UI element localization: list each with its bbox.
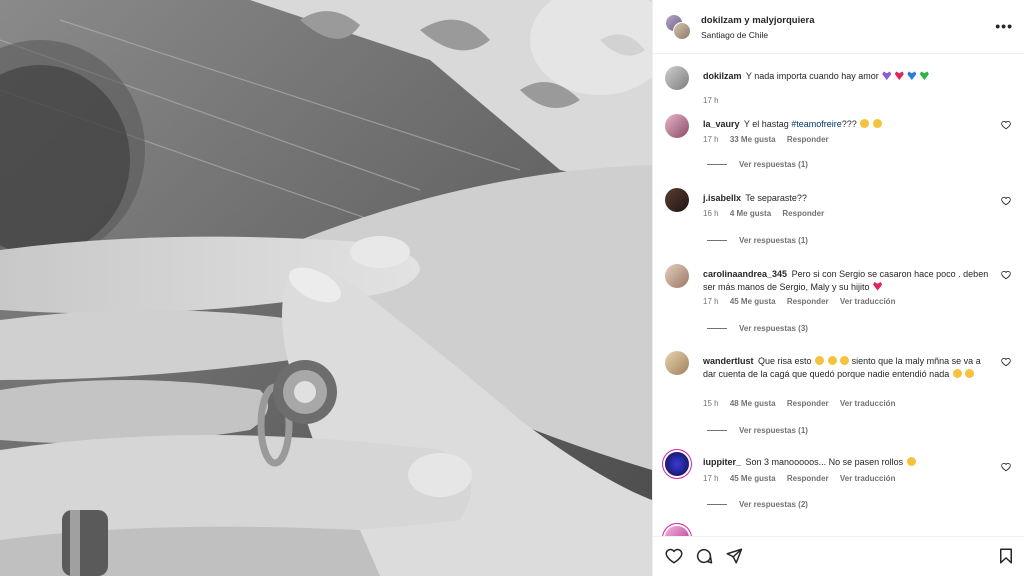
replies-divider xyxy=(707,328,727,330)
avatar[interactable] xyxy=(665,526,689,536)
red-heart-icon xyxy=(894,71,904,80)
caption-body: dokilzam Y nada importa cuando hay amor xyxy=(703,70,993,83)
laughing-face-emoji-icon xyxy=(965,368,975,378)
view-replies-button[interactable]: Ver respuestas (2) xyxy=(707,500,808,509)
comment-username[interactable]: wandertlust xyxy=(703,356,754,366)
caption-username[interactable]: dokilzam xyxy=(703,71,742,81)
bookmark-icon[interactable] xyxy=(997,547,1015,565)
post-actions-bar xyxy=(653,536,1024,576)
view-replies-button[interactable]: Ver respuestas (1) xyxy=(707,160,808,169)
post-header: dokilzam y malyjorquiera Santiago de Chi… xyxy=(653,0,1024,54)
caption-meta: 17 h xyxy=(703,96,728,105)
view-replies-label: Ver respuestas (3) xyxy=(739,324,808,333)
laughing-face-emoji-icon xyxy=(840,356,850,365)
laughing-face-emoji-icon xyxy=(827,356,837,365)
reply-button[interactable]: Responder xyxy=(782,209,824,218)
comment-username[interactable]: la_vaury xyxy=(703,119,740,129)
replies-divider xyxy=(707,430,727,432)
comment-time: 17 h xyxy=(703,297,719,306)
comment-username[interactable]: iuppiter_ xyxy=(703,457,741,467)
red-heart-icon xyxy=(873,281,883,291)
send-icon[interactable] xyxy=(725,547,743,565)
view-replies-button[interactable]: Ver respuestas (1) xyxy=(707,236,808,245)
like-comment-heart-icon[interactable] xyxy=(1001,357,1011,367)
laughing-face-emoji-icon xyxy=(815,356,825,365)
translate-button[interactable]: Ver traducción xyxy=(840,297,896,306)
green-heart-icon xyxy=(919,71,929,80)
comment-time: 16 h xyxy=(703,209,719,218)
purple-heart-icon xyxy=(882,71,892,80)
comment-body: wandertlust Que risa esto siento que la … xyxy=(703,355,993,380)
caption-time: 17 h xyxy=(703,96,719,105)
view-replies-button[interactable]: Ver respuestas (1) xyxy=(707,426,808,435)
comment-body: j.isabellx Te separaste?? xyxy=(703,192,993,205)
avatar[interactable] xyxy=(665,188,689,212)
post-photo xyxy=(0,0,652,576)
view-replies-button[interactable]: Ver respuestas (3) xyxy=(707,324,808,333)
comment-body: carolinaandrea_345 Pero si con Sergio se… xyxy=(703,268,993,293)
comment-likes[interactable]: 33 Me gusta xyxy=(730,135,776,144)
post-location[interactable]: Santiago de Chile xyxy=(701,30,768,40)
replies-divider xyxy=(707,504,727,506)
comment-text: Te separaste?? xyxy=(745,193,807,203)
comment-meta: 15 h 48 Me gusta Responder Ver traducció… xyxy=(703,399,904,408)
comment-username[interactable]: carolinaandrea_345 xyxy=(703,269,787,279)
hashtag-link[interactable]: #teamofreire xyxy=(791,119,842,129)
reply-button[interactable]: Responder xyxy=(787,474,829,483)
avatar[interactable] xyxy=(665,264,689,288)
comment-text: Que risa esto xyxy=(758,356,812,366)
view-replies-label: Ver respuestas (1) xyxy=(739,236,808,245)
comment-text-after: ??? xyxy=(841,119,857,129)
grinning-face-emoji-icon xyxy=(906,457,916,466)
avatar[interactable] xyxy=(665,66,689,90)
like-comment-heart-icon[interactable] xyxy=(1001,462,1011,472)
like-comment-heart-icon[interactable] xyxy=(1001,270,1011,280)
comment-text: Y el hastag xyxy=(743,119,789,129)
reply-button[interactable]: Responder xyxy=(787,297,829,306)
laughing-face-emoji-icon xyxy=(952,368,962,378)
view-replies-label: Ver respuestas (1) xyxy=(739,426,808,435)
comment-likes[interactable]: 45 Me gusta xyxy=(730,297,776,306)
hands-with-ring-photo xyxy=(0,0,652,576)
comment-time: 17 h xyxy=(703,474,719,483)
reply-button[interactable]: Responder xyxy=(787,399,829,408)
reply-button[interactable]: Responder xyxy=(787,135,829,144)
blue-heart-icon xyxy=(907,71,917,80)
replies-divider xyxy=(707,164,727,166)
like-comment-heart-icon[interactable] xyxy=(1001,196,1011,206)
comment-time: 17 h xyxy=(703,135,719,144)
view-replies-label: Ver respuestas (1) xyxy=(739,160,808,169)
comment-icon[interactable] xyxy=(695,547,713,565)
comments-list[interactable]: dokilzam Y nada importa cuando hay amor … xyxy=(653,54,1024,536)
avatar[interactable] xyxy=(665,114,689,138)
comment-text: Son 3 manooooos... No se pasen rollos xyxy=(745,457,904,467)
comment-likes[interactable]: 48 Me gusta xyxy=(730,399,776,408)
post-side-panel: dokilzam y malyjorquiera Santiago de Chi… xyxy=(652,0,1024,576)
view-replies-label: Ver respuestas (2) xyxy=(739,500,808,509)
avatar[interactable] xyxy=(665,452,689,476)
heart-icon[interactable] xyxy=(665,547,683,565)
post-author-names[interactable]: dokilzam y malyjorquiera xyxy=(701,15,815,26)
caption-text: Y nada importa cuando hay amor xyxy=(745,71,879,81)
comment-meta: 16 h 4 Me gusta Responder xyxy=(703,209,833,218)
like-comment-heart-icon[interactable] xyxy=(1001,120,1011,130)
comment-meta: 17 h 45 Me gusta Responder Ver traducció… xyxy=(703,297,904,306)
comment-username[interactable]: j.isabellx xyxy=(703,193,741,203)
comment-body: iuppiter_ Son 3 manooooos... No se pasen… xyxy=(703,456,993,469)
avatar[interactable] xyxy=(665,351,689,375)
collab-avatars[interactable] xyxy=(665,14,691,40)
replies-divider xyxy=(707,240,727,242)
more-options-icon[interactable]: ••• xyxy=(995,18,1013,34)
avatar[interactable] xyxy=(673,22,691,40)
comment-meta: 17 h 33 Me gusta Responder xyxy=(703,135,838,144)
translate-button[interactable]: Ver traducción xyxy=(840,474,896,483)
sad-face-emoji-icon xyxy=(860,119,870,128)
comment-time: 15 h xyxy=(703,399,719,408)
sad-face-emoji-icon xyxy=(872,119,882,128)
comment-body: la_vaury Y el hastag #teamofreire??? xyxy=(703,118,993,131)
comment-likes[interactable]: 4 Me gusta xyxy=(730,209,771,218)
comment-likes[interactable]: 45 Me gusta xyxy=(730,474,776,483)
translate-button[interactable]: Ver traducción xyxy=(840,399,896,408)
comment-meta: 17 h 45 Me gusta Responder Ver traducció… xyxy=(703,474,904,483)
